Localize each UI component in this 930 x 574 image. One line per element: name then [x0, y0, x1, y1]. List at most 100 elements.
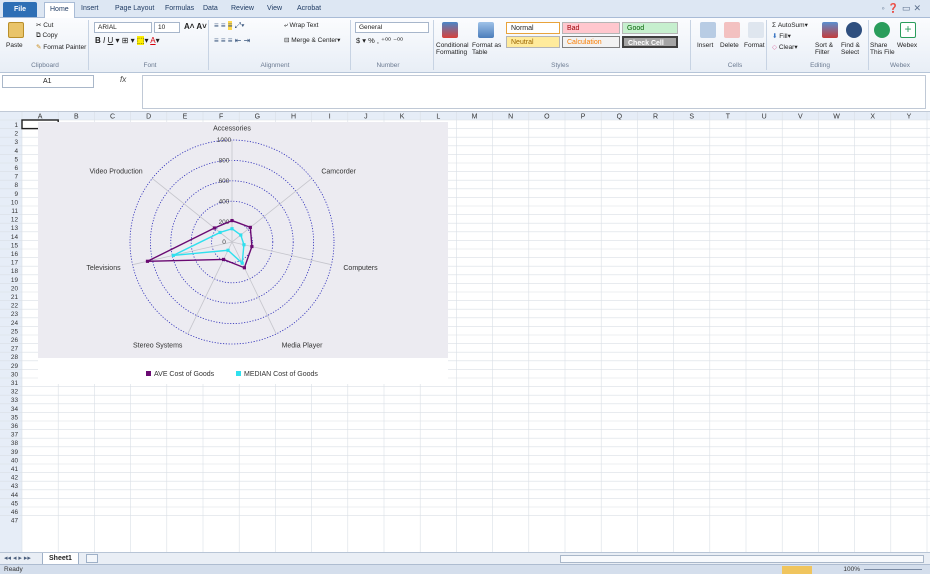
font-color-icon[interactable]: A [150, 36, 155, 45]
formula-input[interactable] [142, 75, 926, 109]
row-header-26[interactable]: 26 [11, 337, 19, 344]
style-good[interactable]: Good [622, 22, 678, 34]
share-file-button[interactable]: Share This File [870, 42, 896, 56]
row-header-18[interactable]: 18 [11, 268, 19, 275]
zoom-level[interactable]: 100% [843, 565, 860, 574]
number-format-select[interactable]: General [355, 22, 429, 33]
format-painter-button[interactable]: ✎ Format Painter [36, 43, 86, 51]
bold-icon[interactable]: B [95, 36, 101, 45]
row-header-6[interactable]: 6 [14, 165, 18, 172]
row-header-47[interactable]: 47 [11, 518, 19, 525]
row-header-27[interactable]: 27 [11, 346, 19, 353]
insert-cells-icon[interactable] [700, 22, 716, 38]
share-file-icon[interactable] [874, 22, 890, 38]
webex-plus-icon[interactable]: + [900, 22, 916, 38]
column-header-b[interactable]: B [74, 113, 79, 120]
row-header-30[interactable]: 30 [11, 371, 19, 378]
find-select-button[interactable]: Find & Select [841, 42, 867, 56]
row-header-7[interactable]: 7 [14, 174, 18, 181]
row-header-33[interactable]: 33 [11, 397, 19, 404]
tab-acrobat[interactable]: Acrobat [292, 2, 326, 18]
row-header-17[interactable]: 17 [11, 260, 19, 267]
column-header-i[interactable]: I [329, 113, 331, 120]
style-check-cell[interactable]: Check Cell [622, 36, 678, 48]
row-header-45[interactable]: 45 [11, 500, 19, 507]
font-size-select[interactable]: 10 [154, 22, 180, 33]
tab-insert[interactable]: Insert [76, 2, 104, 18]
row-header-10[interactable]: 10 [11, 199, 19, 206]
row-header-20[interactable]: 20 [11, 285, 19, 292]
binoculars-icon[interactable] [846, 22, 862, 38]
zoom-slider[interactable] [864, 569, 922, 570]
row-header-34[interactable]: 34 [11, 406, 19, 413]
font-name-select[interactable]: ARIAL [94, 22, 152, 33]
row-header-4[interactable]: 4 [14, 148, 18, 155]
wrap-text-button[interactable]: ⤶ Wrap Text [284, 22, 318, 30]
underline-icon[interactable]: U [107, 36, 113, 45]
tab-view[interactable]: View [262, 2, 287, 18]
row-header-44[interactable]: 44 [11, 492, 19, 499]
column-header-h[interactable]: H [291, 113, 296, 120]
format-cells-button[interactable]: Format [744, 42, 765, 49]
style-bad[interactable]: Bad [562, 22, 620, 34]
fx-icon[interactable]: fx [120, 75, 126, 84]
row-header-39[interactable]: 39 [11, 449, 19, 456]
column-header-f[interactable]: F [219, 113, 223, 120]
row-header-23[interactable]: 23 [11, 311, 19, 318]
style-calculation[interactable]: Calculation [562, 36, 620, 48]
column-header-t[interactable]: T [726, 113, 731, 120]
tab-page-layout[interactable]: Page Layout [110, 2, 159, 18]
row-header-9[interactable]: 9 [14, 191, 18, 198]
column-header-j[interactable]: J [364, 113, 368, 120]
column-header-y[interactable]: Y [907, 113, 912, 120]
column-header-n[interactable]: N [508, 113, 513, 120]
view-buttons[interactable] [782, 566, 812, 574]
row-header-16[interactable]: 16 [11, 251, 19, 258]
column-header-u[interactable]: U [762, 113, 767, 120]
fill-button[interactable]: ⬇ Fill▾ [772, 32, 791, 40]
column-header-p[interactable]: P [581, 113, 586, 120]
column-header-x[interactable]: X [870, 113, 875, 120]
sort-filter-button[interactable]: Sort & Filter [815, 42, 841, 56]
row-header-8[interactable]: 8 [14, 182, 18, 189]
tab-review[interactable]: Review [226, 2, 259, 18]
row-header-38[interactable]: 38 [11, 440, 19, 447]
row-header-3[interactable]: 3 [14, 139, 18, 146]
font-style-buttons[interactable]: B I U ▾ ⊞ ▾ ⬚▾ A▾ [95, 36, 160, 45]
delete-cells-button[interactable]: Delete [720, 42, 739, 49]
style-normal[interactable]: Normal [506, 22, 560, 34]
row-header-29[interactable]: 29 [11, 363, 19, 370]
row-header-12[interactable]: 12 [11, 217, 19, 224]
clear-button[interactable]: ◇ Clear▾ [772, 43, 798, 51]
row-header-43[interactable]: 43 [11, 483, 19, 490]
paste-icon[interactable] [8, 22, 24, 38]
italic-icon[interactable]: I [103, 36, 105, 45]
row-header-37[interactable]: 37 [11, 432, 19, 439]
row-header-14[interactable]: 14 [11, 234, 19, 241]
row-header-41[interactable]: 41 [11, 466, 19, 473]
new-sheet-icon[interactable] [86, 554, 98, 563]
tab-file[interactable]: File [3, 2, 37, 17]
column-header-d[interactable]: D [146, 113, 151, 120]
row-header-13[interactable]: 13 [11, 225, 19, 232]
row-header-24[interactable]: 24 [11, 320, 19, 327]
row-header-11[interactable]: 11 [11, 208, 18, 215]
worksheet-grid[interactable]: ABCDEFGHIJKLMNOPQRSTUVWXYZ12345678910111… [0, 112, 930, 552]
tab-home[interactable]: Home [44, 2, 75, 18]
format-as-table-button[interactable]: Format as Table [472, 42, 502, 56]
number-format-icons[interactable]: $ ▾ % , ⁺⁰⁰ ⁻⁰⁰ [356, 36, 403, 45]
format-cells-icon[interactable] [748, 22, 764, 38]
webex-button[interactable]: Webex [897, 42, 917, 49]
tab-data[interactable]: Data [198, 2, 223, 18]
autosum-button[interactable]: Σ AutoSum▾ [772, 21, 808, 29]
insert-cells-button[interactable]: Insert [697, 42, 713, 49]
sort-filter-icon[interactable] [822, 22, 838, 38]
row-header-35[interactable]: 35 [11, 414, 19, 421]
row-header-42[interactable]: 42 [11, 475, 19, 482]
tab-formulas[interactable]: Formulas [160, 2, 199, 18]
format-as-table-icon[interactable] [478, 22, 494, 38]
column-header-s[interactable]: S [689, 113, 694, 120]
fill-color-icon[interactable]: ⬚ [136, 36, 145, 45]
align-horizontal-icons[interactable]: ≡ ≡ ≡ ⇤ ⇥ [214, 36, 250, 45]
row-header-32[interactable]: 32 [11, 389, 19, 396]
